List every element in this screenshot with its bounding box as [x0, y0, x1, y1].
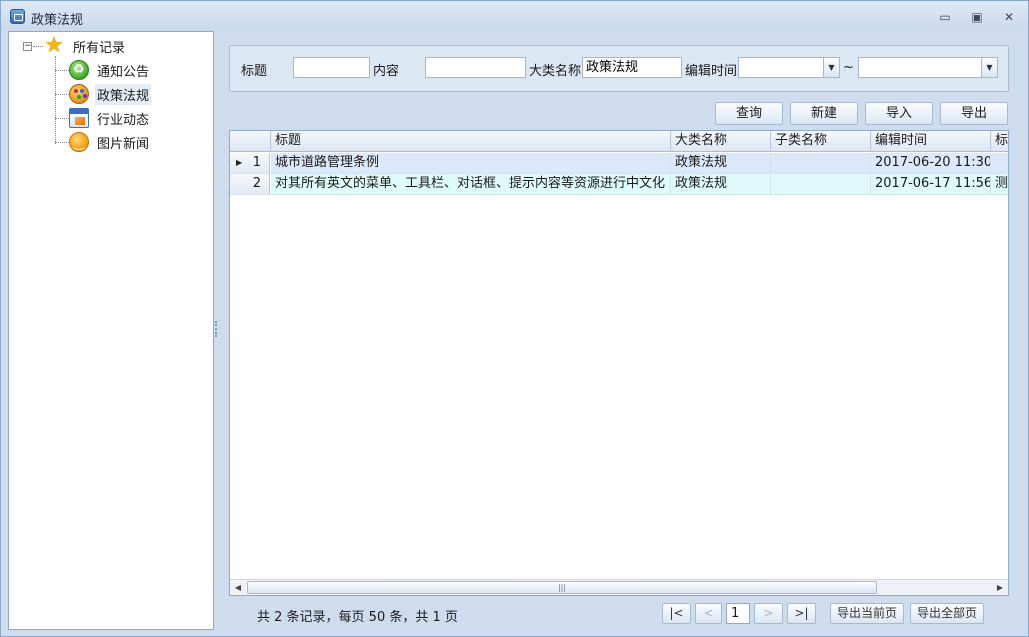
tree-line: [33, 46, 43, 47]
column-header-edit-time[interactable]: 编辑时间: [871, 131, 991, 152]
edit-time-label: 编辑时间: [685, 64, 738, 79]
column-header-title[interactable]: 标题: [271, 131, 671, 152]
row-number: ▶ 1: [230, 153, 270, 173]
title-input[interactable]: [293, 57, 370, 78]
scroll-left-icon[interactable]: ◀: [230, 580, 246, 595]
tree-line: [55, 118, 69, 119]
tree-item-all-records[interactable]: ★ 所有记录: [43, 35, 127, 57]
table-row[interactable]: 2 对其所有英文的菜单、工具栏、对话框、提示内容等资源进行中文化 政策法规 20…: [230, 174, 1008, 195]
dropdown-arrow-icon[interactable]: ▼: [823, 58, 839, 77]
last-page-button[interactable]: >|: [787, 603, 816, 624]
minimize-icon[interactable]: ▭: [938, 10, 952, 24]
scroll-right-icon[interactable]: ▶: [992, 580, 1008, 595]
row-indicator-header: [230, 131, 271, 152]
row-number-text: 2: [252, 176, 261, 191]
new-button[interactable]: 新建: [790, 102, 858, 125]
cell-title[interactable]: 对其所有英文的菜单、工具栏、对话框、提示内容等资源进行中文化: [271, 174, 671, 194]
tree-item-label: 行业动态: [97, 112, 150, 128]
next-page-button[interactable]: >: [754, 603, 783, 624]
record-summary: 共 2 条记录，每页 50 条，共 1 页: [257, 610, 458, 625]
row-number-text: 1: [252, 155, 261, 170]
recycle-globe-icon: [69, 60, 89, 80]
tree-item-policy[interactable]: 政策法规: [69, 83, 152, 105]
cell-category[interactable]: 政策法规: [671, 153, 771, 173]
tree-item-photo-news[interactable]: 图片新闻: [69, 131, 151, 153]
cell-edit-time[interactable]: 2017-06-17 11:56: [871, 174, 991, 194]
first-page-button[interactable]: |<: [662, 603, 691, 624]
current-row-pointer-icon: ▶: [236, 158, 243, 167]
tree-line: [55, 70, 69, 71]
tree-item-label: 图片新闻: [97, 136, 150, 152]
column-header-subcategory[interactable]: 子类名称: [771, 131, 871, 152]
category-label: 大类名称: [529, 64, 582, 79]
tree-line: [55, 142, 69, 143]
row-number: 2: [230, 174, 270, 194]
prev-page-button[interactable]: <: [695, 603, 722, 624]
query-button[interactable]: 查询: [715, 102, 783, 125]
window-title: 政策法规: [31, 13, 84, 28]
cell-category[interactable]: 政策法规: [671, 174, 771, 194]
tree-collapse-icon[interactable]: −: [23, 42, 32, 51]
dropdown-arrow-icon[interactable]: ▼: [981, 58, 997, 77]
app-window-icon: [10, 9, 25, 24]
tree-item-label: 政策法规: [95, 83, 152, 105]
export-all-pages-button[interactable]: 导出全部页: [910, 603, 984, 624]
column-header-category[interactable]: 大类名称: [671, 131, 771, 152]
search-panel: 标题 内容 大类名称 政策法规 编辑时间 ▼ ~ ▼: [229, 45, 1009, 92]
records-grid: 标题 大类名称 子类名称 编辑时间 标签 ▶ 1 城市道路管理条例 政策法规 2…: [229, 130, 1009, 596]
palette-icon: [69, 84, 89, 104]
table-row[interactable]: ▶ 1 城市道路管理条例 政策法规 2017-06-20 11:30: [230, 153, 1008, 174]
cell-subcategory[interactable]: [771, 174, 871, 194]
tree-line: [55, 94, 69, 95]
export-current-page-button[interactable]: 导出当前页: [830, 603, 904, 624]
cell-tag[interactable]: [991, 153, 1008, 173]
smiley-icon: [69, 132, 89, 152]
cell-tag[interactable]: 测试: [991, 174, 1008, 194]
title-bar: 政策法规 ▭ ▣ ✕: [1, 1, 1028, 31]
content-label: 内容: [373, 64, 400, 79]
export-button[interactable]: 导出: [940, 102, 1008, 125]
document-chart-icon: [69, 108, 89, 128]
cell-subcategory[interactable]: [771, 153, 871, 173]
grid-header: 标题 大类名称 子类名称 编辑时间 标签: [230, 131, 1008, 152]
close-icon[interactable]: ✕: [1002, 10, 1016, 24]
date-range-separator: ~: [843, 60, 854, 75]
tree-item-label: 通知公告: [97, 64, 150, 80]
cell-title[interactable]: 城市道路管理条例: [271, 153, 671, 173]
page-number-input[interactable]: 1: [726, 603, 750, 624]
import-button[interactable]: 导入: [865, 102, 933, 125]
cell-edit-time[interactable]: 2017-06-20 11:30: [871, 153, 991, 173]
app-window: 政策法规 ▭ ▣ ✕ − ★ 所有记录 通知公告 政策法规 行业动态: [0, 0, 1029, 637]
tree-item-industry[interactable]: 行业动态: [69, 107, 151, 129]
tree-item-label: 所有记录: [73, 40, 126, 56]
scroll-thumb[interactable]: |||: [247, 581, 877, 594]
column-header-tag[interactable]: 标签: [991, 131, 1008, 152]
date-to-combo[interactable]: ▼: [858, 57, 998, 78]
title-label: 标题: [241, 64, 268, 79]
category-input[interactable]: 政策法规: [582, 57, 682, 78]
star-icon: ★: [44, 33, 64, 58]
restore-icon[interactable]: ▣: [970, 10, 984, 24]
tree-item-notice[interactable]: 通知公告: [69, 59, 151, 81]
content-input[interactable]: [425, 57, 526, 78]
horizontal-scrollbar[interactable]: ◀ ||| ▶: [230, 579, 1008, 595]
category-tree: − ★ 所有记录 通知公告 政策法规 行业动态 图片新闻: [8, 31, 214, 630]
panel-splitter[interactable]: [215, 321, 217, 337]
date-from-combo[interactable]: ▼: [738, 57, 840, 78]
